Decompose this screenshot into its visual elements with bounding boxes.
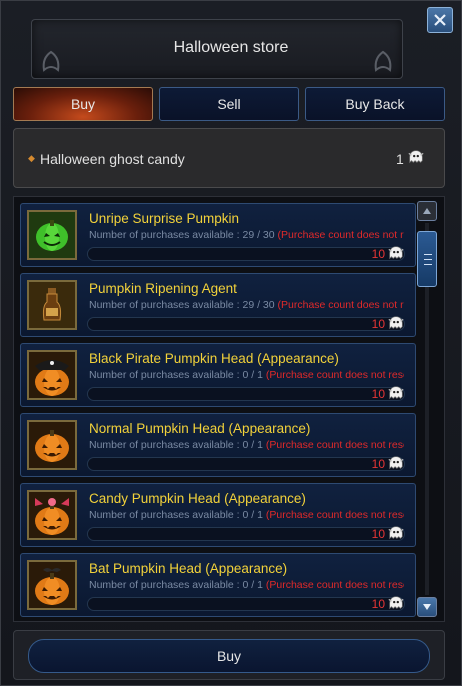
list-item[interactable]: Pumpkin Ripening Agent Number of purchas… <box>20 273 416 337</box>
list-item[interactable]: Bat Pumpkin Head (Appearance) Number of … <box>20 553 416 617</box>
purchase-warning: (Purchase count does not reset) <box>265 509 404 521</box>
price-bar <box>87 457 405 471</box>
item-price: 10 <box>371 527 385 541</box>
ghost-candy-icon <box>387 594 405 612</box>
ghost-candy-icon <box>387 384 405 402</box>
price-bar <box>87 597 405 611</box>
item-name: Unripe Surprise Pumpkin <box>89 211 240 226</box>
potion-bottle-icon <box>27 280 77 330</box>
price-bar <box>87 527 405 541</box>
pirate-pumpkin-head-icon <box>27 350 77 400</box>
purchase-warning: (Purchase count does not reset) <box>277 229 404 241</box>
scroll-up-button[interactable] <box>417 201 437 221</box>
triangle-up-icon <box>423 208 431 214</box>
tab-buy[interactable]: Buy <box>13 87 153 121</box>
purchase-warning: (Purchase count does not reset) <box>277 299 404 311</box>
pumpkin-head-icon <box>27 420 77 470</box>
bat-pumpkin-head-icon <box>27 560 77 610</box>
close-button[interactable] <box>427 7 453 33</box>
list-item[interactable]: Unripe Surprise Pumpkin Number of purcha… <box>20 203 416 267</box>
item-price: 10 <box>371 387 385 401</box>
item-name: Bat Pumpkin Head (Appearance) <box>89 561 288 576</box>
currency-panel: ◆ Halloween ghost candy 1 <box>13 128 445 188</box>
currency-name: Halloween ghost candy <box>40 151 185 167</box>
ghost-candy-icon <box>407 148 425 166</box>
ghost-candy-icon <box>387 454 405 472</box>
item-name: Black Pirate Pumpkin Head (Appearance) <box>89 351 339 366</box>
item-availability: Number of purchases available : 0 / 1 (P… <box>89 579 404 591</box>
item-price: 10 <box>371 317 385 331</box>
tab-sell[interactable]: Sell <box>159 87 299 121</box>
ghost-candy-icon <box>387 314 405 332</box>
item-name: Candy Pumpkin Head (Appearance) <box>89 491 306 506</box>
tab-bar: Buy Sell Buy Back <box>13 87 445 121</box>
item-availability: Number of purchases available : 29 / 30 … <box>89 299 404 311</box>
currency-amount: 1 <box>396 151 404 167</box>
scroll-thumb[interactable] <box>417 231 437 287</box>
item-availability: Number of purchases available : 0 / 1 (P… <box>89 439 404 451</box>
item-list: Unripe Surprise Pumpkin Number of purcha… <box>13 196 445 622</box>
item-availability: Number of purchases available : 29 / 30 … <box>89 229 404 241</box>
list-item[interactable]: Candy Pumpkin Head (Appearance) Number o… <box>20 483 416 547</box>
buy-button[interactable]: Buy <box>28 639 430 673</box>
item-price: 10 <box>371 457 385 471</box>
item-name: Normal Pumpkin Head (Appearance) <box>89 421 311 436</box>
close-icon <box>434 14 446 26</box>
green-pumpkin-icon <box>27 210 77 260</box>
item-availability: Number of purchases available : 0 / 1 (P… <box>89 369 404 381</box>
item-price: 10 <box>371 247 385 261</box>
ghost-candy-icon <box>387 244 405 262</box>
triangle-down-icon <box>423 604 431 610</box>
purchase-warning: (Purchase count does not reset) <box>265 579 404 591</box>
purchase-warning: (Purchase count does not reset) <box>265 439 404 451</box>
tab-buy-back[interactable]: Buy Back <box>305 87 445 121</box>
purchase-warning: (Purchase count does not reset) <box>265 369 404 381</box>
candy-pumpkin-head-icon <box>27 490 77 540</box>
bullet-icon: ◆ <box>28 153 35 163</box>
ghost-candy-icon <box>387 524 405 542</box>
list-item[interactable]: Black Pirate Pumpkin Head (Appearance) N… <box>20 343 416 407</box>
price-bar <box>87 247 405 261</box>
price-bar <box>87 387 405 401</box>
item-availability: Number of purchases available : 0 / 1 (P… <box>89 509 404 521</box>
list-item[interactable]: Normal Pumpkin Head (Appearance) Number … <box>20 413 416 477</box>
price-bar <box>87 317 405 331</box>
footer-panel: Buy <box>13 630 445 680</box>
item-name: Pumpkin Ripening Agent <box>89 281 237 296</box>
halloween-store-window: Halloween store Buy Sell Buy Back ◆ Hall… <box>0 0 462 686</box>
scroll-down-button[interactable] <box>417 597 437 617</box>
item-price: 10 <box>371 597 385 611</box>
window-title: Halloween store <box>173 39 289 56</box>
item-list-scrollbar[interactable] <box>417 201 439 617</box>
